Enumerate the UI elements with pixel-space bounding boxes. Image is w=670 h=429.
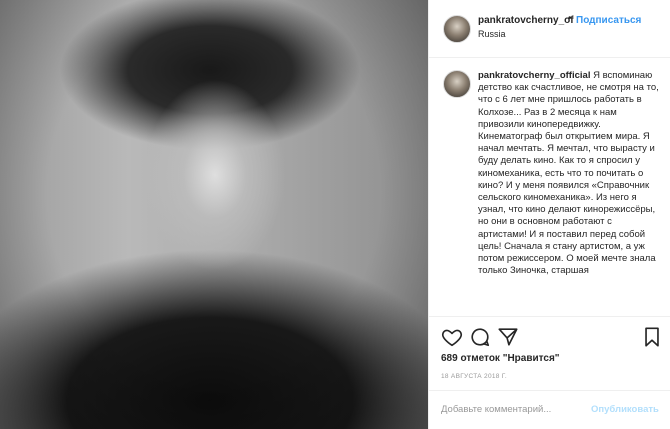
post-header: pankratovcherny_of • Подписаться Russia [429,0,670,58]
actions-divider [429,316,670,317]
comment-icon[interactable] [469,326,491,348]
likes-count[interactable]: 689 отметок "Нравится" [441,353,560,364]
caption-area: pankratovcherny_official Я вспоминаю дет… [429,59,670,315]
follow-button[interactable]: Подписаться [576,15,641,26]
comment-input[interactable] [441,404,581,415]
caption-username[interactable]: pankratovcherny_official [478,70,590,81]
post-side-panel: pankratovcherny_of • Подписаться Russia … [428,0,670,429]
header-separator: • [568,13,572,24]
bookmark-icon[interactable] [641,326,663,348]
heart-icon[interactable] [441,326,463,348]
photo-vignette [0,0,428,429]
post-date[interactable]: 18 АВГУСТА 2018 Г. [441,373,507,380]
caption-text: Я вспоминаю детство как счастливое, не с… [478,70,659,277]
author-avatar[interactable] [443,15,471,43]
author-username[interactable]: pankratovcherny_of [478,15,574,26]
post-caption: pankratovcherny_official Я вспоминаю дет… [478,70,660,277]
post-actions [429,326,670,350]
post-photo [0,0,428,429]
post-location[interactable]: Russia [478,29,506,39]
share-icon[interactable] [497,326,519,348]
publish-button[interactable]: Опубликовать [591,404,659,415]
caption-avatar[interactable] [443,70,471,98]
comment-divider [429,390,670,391]
